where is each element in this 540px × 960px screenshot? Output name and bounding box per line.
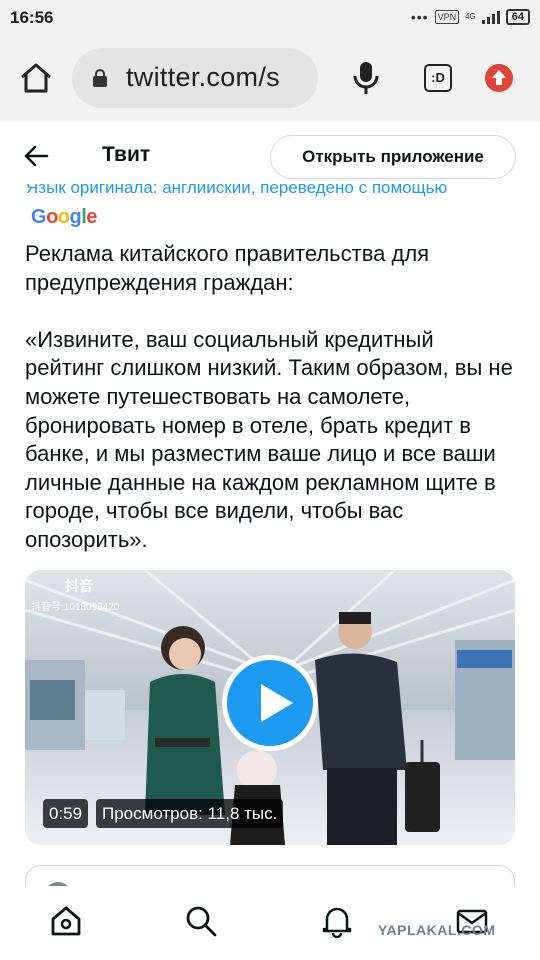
update-icon[interactable] <box>485 64 513 92</box>
back-arrow-icon[interactable] <box>22 142 50 170</box>
home-nav-icon[interactable] <box>49 904 83 938</box>
google-logo: Google <box>31 206 97 228</box>
microphone-icon[interactable] <box>352 58 380 98</box>
tweet-text: Реклама китайского правительства для пре… <box>25 240 515 555</box>
status-bar: 16:56 ••• VPN 4G 64 <box>0 0 540 36</box>
home-icon[interactable] <box>18 60 54 96</box>
translation-note[interactable]: Язык оригинала: английский, переведено с… <box>26 184 447 198</box>
open-app-button[interactable]: Открыть приложение <box>270 135 516 179</box>
vpn-badge: VPN <box>434 10 460 24</box>
video-duration: 0:59 <box>43 799 89 828</box>
status-time: 16:56 <box>10 8 54 27</box>
tweet-intro: Реклама китайского правительства для пре… <box>25 241 430 295</box>
page-title: Твит <box>102 143 151 166</box>
notifications-bell-icon[interactable] <box>320 904 354 938</box>
tweet-header: Твит Открыть приложение <box>0 122 540 188</box>
more-dots-icon: ••• <box>410 9 429 25</box>
tab-switcher-button[interactable]: :D <box>424 64 452 92</box>
video-player[interactable]: 抖音 抖音号:1018098420 0:59 Просмотров: 11,8 … <box>25 570 515 845</box>
lock-icon <box>93 69 107 87</box>
signal-icon <box>481 10 500 24</box>
tweet-quote: «Извините, ваш социальный кредитный рейт… <box>25 326 513 552</box>
network-type: 4G <box>465 12 476 21</box>
site-watermark: YAPLAKAL.COM <box>378 922 496 938</box>
search-icon[interactable] <box>184 904 218 938</box>
video-watermark: 抖音 <box>65 578 93 594</box>
battery-icon: 64 <box>505 9 530 25</box>
play-icon <box>261 684 293 722</box>
video-watermark-id: 抖音号:1018098420 <box>31 602 120 613</box>
url-bar[interactable]: twitter.com/s <box>72 48 318 108</box>
translation-note-text: Язык оригинала: английский, переведено с… <box>26 184 448 197</box>
url-text: twitter.com/s <box>126 62 280 92</box>
video-views: Просмотров: 11,8 тыс. <box>96 799 284 828</box>
status-icons: ••• VPN 4G 64 <box>411 9 530 25</box>
browser-toolbar: twitter.com/s :D <box>0 36 540 122</box>
play-button[interactable] <box>222 655 318 751</box>
